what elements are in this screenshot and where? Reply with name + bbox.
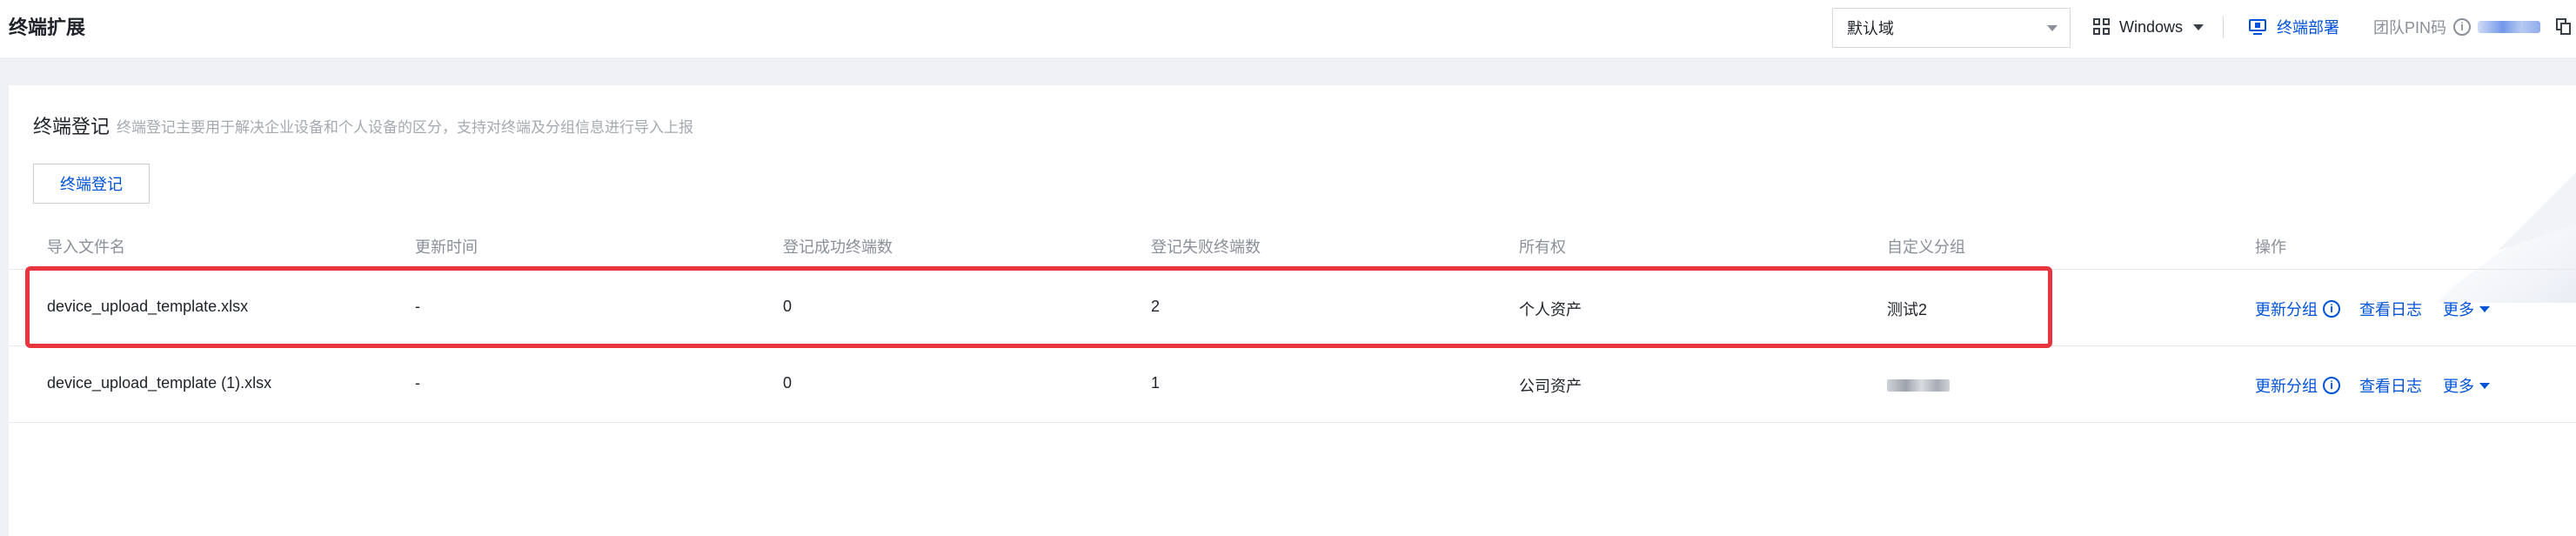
copy-icon[interactable] [2556, 18, 2572, 36]
terminal-register-card: 终端登记 终端登记主要用于解决企业设备和个人设备的区分，支持对终端及分组信息进行… [9, 85, 2576, 536]
table-row: device_upload_template (1).xlsx - 0 1 公司… [9, 346, 2576, 423]
cell-ownership: 公司资产 [1519, 378, 1582, 395]
more-label: 更多 [2443, 378, 2474, 395]
cell-success-count: 0 [783, 298, 793, 315]
column-header-filename: 导入文件名 [47, 238, 125, 256]
info-icon[interactable]: i [2323, 377, 2340, 394]
team-pin-area: 团队PIN码 i [2373, 14, 2572, 40]
update-group-link[interactable]: 更新分组 i [2255, 374, 2340, 397]
cell-failed-count: 1 [1151, 374, 1161, 392]
monitor-icon [2249, 19, 2266, 35]
update-group-label: 更新分组 [2255, 301, 2318, 318]
os-select-value: Windows [2119, 17, 2184, 36]
windows-icon [2093, 18, 2111, 36]
table-row: device_upload_template.xlsx - 0 2 个人资产 测… [9, 270, 2576, 346]
column-header-custom-group: 自定义分组 [1887, 238, 1965, 256]
cell-success-count: 0 [783, 374, 793, 392]
os-select[interactable]: Windows [2093, 14, 2205, 40]
team-pin-value-masked [2478, 21, 2541, 33]
cell-filename: device_upload_template (1).xlsx [47, 374, 272, 392]
column-header-failed-count: 登记失败终端数 [1151, 238, 1261, 256]
terminal-deploy-label: 终端部署 [2277, 19, 2339, 37]
column-header-ownership: 所有权 [1519, 238, 1566, 256]
cell-filename: device_upload_template.xlsx [47, 298, 249, 315]
chevron-down-icon [2047, 25, 2057, 31]
terminal-register-button[interactable]: 终端登记 [33, 164, 150, 204]
info-icon[interactable]: i [2323, 300, 2340, 318]
more-dropdown[interactable]: 更多 [2443, 298, 2490, 320]
page-title: 终端扩展 [9, 17, 86, 38]
header-divider [2223, 16, 2224, 38]
section-title: 终端登记 [33, 116, 110, 137]
section-description: 终端登记主要用于解决企业设备和个人设备的区分，支持对终端及分组信息进行导入上报 [117, 119, 693, 136]
update-group-label: 更新分组 [2255, 378, 2318, 395]
chevron-down-icon [2479, 382, 2490, 389]
cell-updated: - [415, 298, 420, 315]
domain-select[interactable]: 默认域 [1832, 8, 2071, 48]
chevron-down-icon [2193, 23, 2205, 30]
cell-updated: - [415, 374, 420, 392]
column-header-actions: 操作 [2255, 238, 2286, 256]
team-pin-label: 团队PIN码 [2373, 19, 2447, 37]
update-group-link[interactable]: 更新分组 i [2255, 298, 2340, 320]
info-icon[interactable]: i [2453, 18, 2472, 36]
domain-select-value: 默认域 [1847, 20, 1894, 37]
cell-ownership: 个人资产 [1519, 301, 1582, 318]
cell-custom-group: 测试2 [1887, 301, 1928, 318]
view-log-link[interactable]: 查看日志 [2359, 298, 2422, 320]
view-log-link[interactable]: 查看日志 [2359, 374, 2422, 397]
chevron-down-icon [2479, 305, 2490, 312]
top-bar: 终端扩展 默认域 Windows 终端部署 团队PIN码 i [0, 0, 2576, 57]
column-header-updated: 更新时间 [415, 238, 478, 256]
more-label: 更多 [2443, 301, 2474, 318]
cell-custom-group-masked [1887, 379, 1950, 392]
table-header: 导入文件名 更新时间 登记成功终端数 登记失败终端数 所有权 自定义分组 操作 [9, 224, 2576, 270]
terminal-deploy-link[interactable]: 终端部署 [2249, 14, 2339, 40]
more-dropdown[interactable]: 更多 [2443, 374, 2490, 397]
cell-failed-count: 2 [1151, 298, 1161, 315]
column-header-success-count: 登记成功终端数 [783, 238, 893, 256]
